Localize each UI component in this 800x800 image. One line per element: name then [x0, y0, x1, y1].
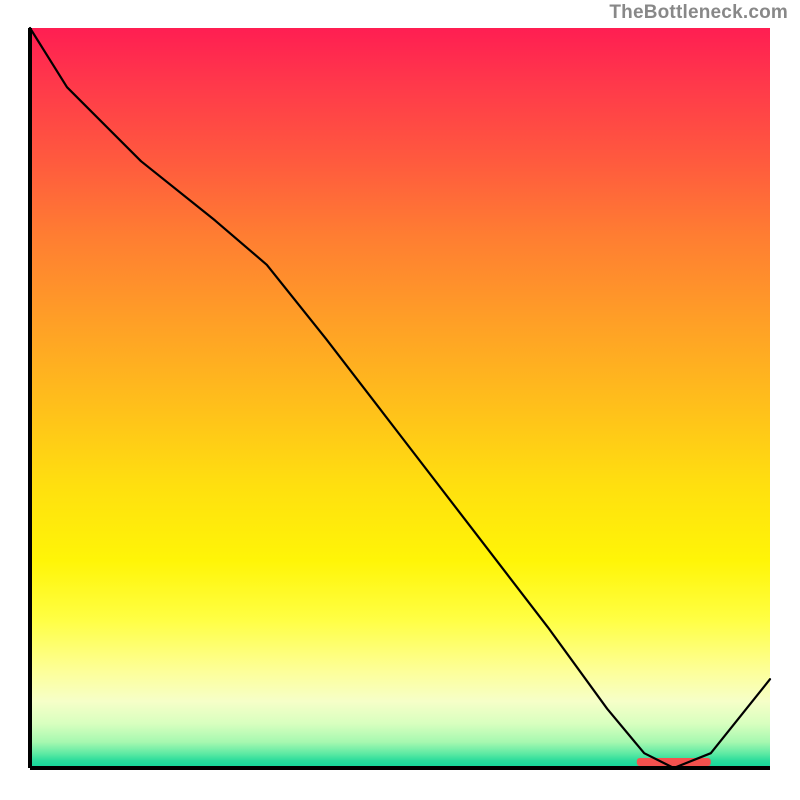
chart-svg: [30, 28, 770, 768]
attribution-text: TheBottleneck.com: [609, 2, 788, 24]
bottleneck-curve: [30, 28, 770, 768]
plot-area: [30, 28, 770, 768]
optimum-marker: [637, 758, 711, 766]
chart-container: TheBottleneck.com: [0, 0, 800, 800]
